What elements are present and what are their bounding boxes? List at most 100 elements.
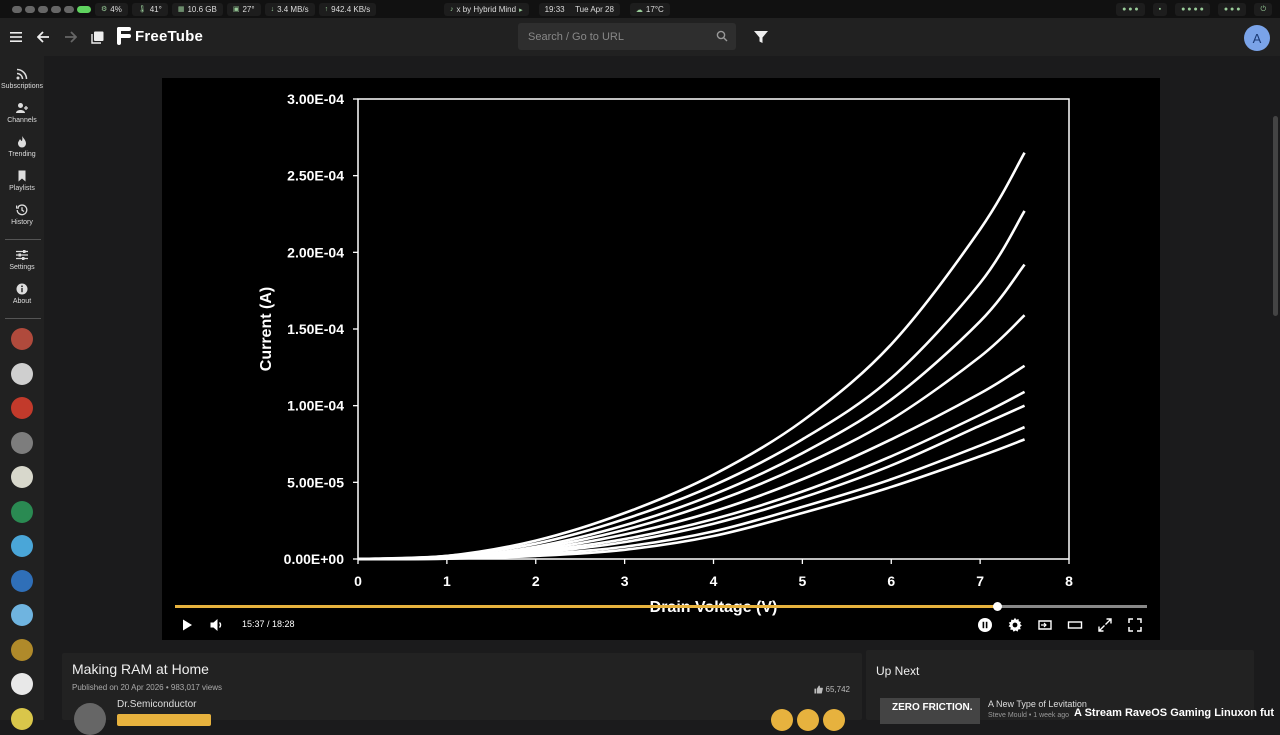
cpu-icon: ⚙ bbox=[101, 6, 108, 13]
sidebar-item-label: Subscriptions bbox=[0, 83, 44, 90]
temp2-value: 27° bbox=[242, 4, 255, 14]
search-input[interactable] bbox=[518, 23, 736, 50]
tray-icon[interactable]: ● ● ● bbox=[1224, 6, 1241, 13]
tray-icon[interactable]: ● ● ● ● bbox=[1181, 6, 1204, 13]
media-widget[interactable]: ♪ x by Hybrid Mind ▸ bbox=[444, 3, 529, 16]
sidebar-item-label: Settings bbox=[9, 264, 35, 271]
clock-widget: 19:33 Tue Apr 28 bbox=[538, 3, 620, 16]
fire-icon bbox=[18, 136, 26, 148]
play-icon[interactable] bbox=[179, 617, 195, 633]
video-progress-fill bbox=[175, 605, 998, 608]
channel-avatar-11[interactable] bbox=[11, 673, 33, 695]
channel-avatar-8[interactable] bbox=[11, 569, 33, 592]
channel-name[interactable]: Dr.Semiconductor bbox=[117, 699, 196, 710]
sidebar-item-channels[interactable]: Channels bbox=[0, 102, 44, 124]
sidebar-item-subscriptions[interactable]: Subscriptions bbox=[0, 68, 44, 90]
workspace-dot[interactable] bbox=[51, 5, 61, 13]
new-window-button[interactable] bbox=[87, 27, 107, 47]
workspace-dot[interactable] bbox=[38, 5, 48, 13]
expand-icon[interactable] bbox=[1097, 617, 1113, 633]
freetube-logo[interactable]: FreeTube bbox=[117, 27, 203, 45]
notification-ticker: A Stream RaveOS Gaming Linuxon fut bbox=[1074, 707, 1275, 719]
page-scrollbar[interactable] bbox=[1273, 116, 1278, 316]
action-button[interactable] bbox=[823, 709, 845, 731]
play-icon[interactable]: ▸ bbox=[519, 6, 523, 14]
channel-avatar-4[interactable] bbox=[11, 431, 33, 454]
theater-mode-icon[interactable] bbox=[1067, 617, 1083, 633]
tray-icons[interactable]: ● ● ● bbox=[1116, 3, 1145, 16]
channel-avatar-2[interactable] bbox=[11, 362, 33, 385]
subscribe-button[interactable] bbox=[117, 714, 211, 726]
x-tick-label: 5 bbox=[798, 573, 806, 589]
channel-avatar[interactable] bbox=[74, 703, 106, 735]
tray-icons-2[interactable]: ▪ bbox=[1152, 3, 1168, 16]
channel-avatar-3[interactable] bbox=[11, 397, 33, 419]
back-button[interactable] bbox=[33, 27, 53, 47]
tray-icon[interactable]: ● ● ● bbox=[1122, 6, 1139, 13]
series-line-9 bbox=[357, 438, 1026, 561]
fullscreen-icon[interactable] bbox=[1127, 617, 1143, 633]
sidebar-item-history[interactable]: History bbox=[0, 204, 44, 226]
action-button[interactable] bbox=[797, 709, 819, 731]
tray-icon[interactable]: ▪ bbox=[1159, 6, 1161, 13]
video-player[interactable]: 0.00E+00 5.00E-05 1.00E-04 1.50E-04 2.00E-04… bbox=[162, 78, 1160, 640]
like-count-value: 65,742 bbox=[825, 685, 850, 694]
workspace-dot-active[interactable] bbox=[77, 5, 91, 13]
up-next-thumbnail[interactable]: ZERO FRICTION. bbox=[880, 698, 980, 724]
channel-avatar-1[interactable] bbox=[11, 328, 33, 350]
channel-avatar-9[interactable] bbox=[11, 604, 33, 626]
x-tick-label: 3 bbox=[621, 573, 629, 589]
y-axis-label: Current (A) bbox=[258, 287, 275, 371]
menu-icon bbox=[10, 32, 22, 42]
freetube-logo-icon bbox=[117, 27, 131, 45]
action-button[interactable] bbox=[771, 709, 793, 731]
temp-value: 41° bbox=[149, 4, 162, 14]
workspace-dot[interactable] bbox=[12, 5, 22, 13]
filter-icon[interactable] bbox=[753, 29, 769, 45]
channel-avatar-12[interactable] bbox=[11, 707, 33, 730]
menu-button[interactable] bbox=[6, 27, 26, 47]
sidebar-item-trending[interactable]: Trending bbox=[0, 136, 44, 158]
sidebar: Subscriptions Channels Trending Playlist… bbox=[0, 56, 44, 730]
tray-icons-4[interactable]: ● ● ● bbox=[1217, 3, 1247, 16]
up-next-heading: Up Next bbox=[876, 664, 920, 678]
copy-window-icon bbox=[90, 31, 103, 44]
up-next-video-title[interactable]: A New Type of Levitation bbox=[988, 699, 1087, 709]
sidebar-item-playlists[interactable]: Playlists bbox=[0, 170, 44, 192]
sidebar-item-label: About bbox=[12, 298, 32, 305]
volume-icon[interactable] bbox=[209, 617, 225, 633]
x-tick-label: 0 bbox=[354, 573, 362, 589]
cpu-widget: ⚙ 4% bbox=[95, 2, 128, 16]
plot-frame bbox=[357, 98, 1070, 560]
tray-icons-3[interactable]: ● ● ● ● bbox=[1175, 3, 1210, 16]
sliders-icon bbox=[16, 250, 28, 260]
workspace-dot[interactable] bbox=[25, 5, 35, 13]
forward-button[interactable] bbox=[60, 27, 80, 47]
y-tick-label: 5.00E-05 bbox=[287, 474, 344, 490]
like-count: 65,742 bbox=[813, 685, 850, 694]
workspace-dot[interactable] bbox=[64, 5, 74, 13]
search-icon[interactable] bbox=[716, 30, 728, 42]
x-tick-label: 2 bbox=[532, 573, 540, 589]
channel-avatar-7[interactable] bbox=[11, 535, 33, 557]
profile-avatar[interactable]: A bbox=[1244, 25, 1270, 51]
video-progress-bar[interactable] bbox=[175, 602, 1147, 611]
power-icon[interactable]: ⏻ bbox=[1260, 6, 1266, 14]
pause-circle-icon[interactable] bbox=[977, 617, 993, 633]
wifi-icon: ↓ bbox=[270, 5, 275, 13]
clock-time: 19:33 bbox=[544, 5, 565, 14]
channel-avatar-10[interactable] bbox=[11, 638, 33, 661]
up-next-video-meta: Steve Mould • 1 week ago bbox=[988, 712, 1070, 719]
clock-date: Tue Apr 28 bbox=[575, 5, 614, 14]
info-icon bbox=[16, 283, 28, 295]
gear-icon[interactable] bbox=[1007, 617, 1023, 633]
video-frame-chart: 0.00E+00 5.00E-05 1.00E-04 1.50E-04 2.00E-04… bbox=[258, 91, 1073, 616]
x-tick-label: 4 bbox=[710, 573, 718, 589]
workspace-indicators[interactable] bbox=[12, 5, 91, 13]
picture-in-picture-icon[interactable] bbox=[1037, 617, 1053, 633]
sidebar-item-settings[interactable]: Settings bbox=[0, 249, 44, 271]
channel-avatar-6[interactable] bbox=[11, 500, 33, 523]
sidebar-item-about[interactable]: About bbox=[0, 283, 44, 305]
power-widget[interactable]: ⏻ bbox=[1254, 3, 1272, 16]
channel-avatar-5[interactable] bbox=[11, 466, 33, 488]
